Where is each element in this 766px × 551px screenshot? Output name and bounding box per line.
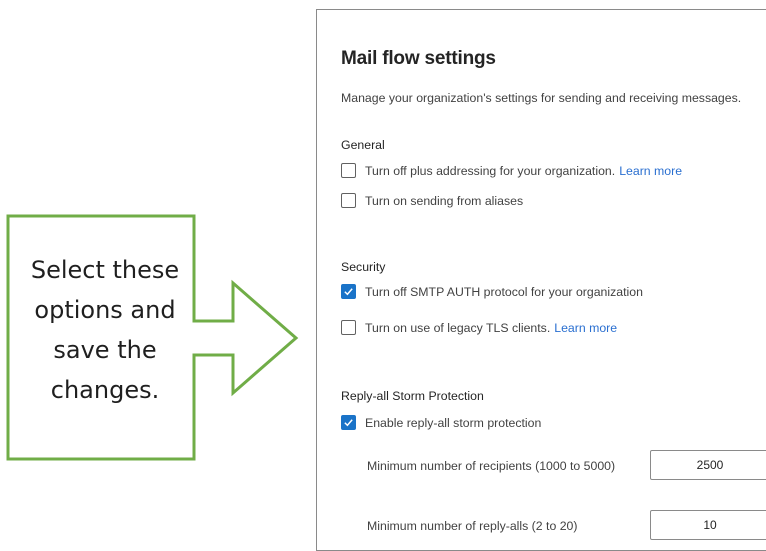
checkmark-icon: [344, 419, 353, 427]
min-reply-alls-label: Minimum number of reply-alls (2 to 20): [367, 519, 578, 533]
mail-flow-settings-panel: Mail flow settings Manage your organizat…: [316, 9, 766, 551]
min-recipients-label: Minimum number of recipients (1000 to 50…: [367, 459, 616, 473]
legacy-tls-row: Turn on use of legacy TLS clients. Learn…: [341, 320, 617, 335]
enable-reply-all-row: Enable reply-all storm protection: [341, 415, 541, 430]
enable-reply-all-label: Enable reply-all storm protection: [365, 415, 542, 430]
callout-text: Select these options and save the change…: [30, 256, 180, 404]
plus-addressing-row: Turn off plus addressing for your organi…: [341, 163, 682, 178]
plus-addressing-learn-more-link[interactable]: Learn more: [619, 164, 682, 178]
sending-from-aliases-checkbox[interactable]: [341, 193, 356, 208]
smtp-auth-row: Turn off SMTP AUTH protocol for your org…: [341, 284, 643, 299]
plus-addressing-checkbox[interactable]: [341, 163, 356, 178]
panel-description: Manage your organization's settings for …: [341, 91, 742, 105]
section-heading-reply-all: Reply-all Storm Protection: [341, 389, 484, 403]
smtp-auth-label: Turn off SMTP AUTH protocol for your org…: [365, 284, 643, 299]
section-heading-security: Security: [341, 260, 386, 274]
legacy-tls-label: Turn on use of legacy TLS clients.: [365, 320, 551, 335]
sending-from-aliases-label: Turn on sending from aliases: [365, 193, 524, 208]
smtp-auth-checkbox[interactable]: [341, 284, 356, 299]
section-heading-general: General: [341, 138, 385, 152]
plus-addressing-label: Turn off plus addressing for your organi…: [365, 163, 616, 178]
min-reply-alls-input[interactable]: 10: [650, 510, 766, 540]
panel-title: Mail flow settings: [341, 48, 496, 69]
min-recipients-input[interactable]: 2500: [650, 450, 766, 480]
legacy-tls-checkbox[interactable]: [341, 320, 356, 335]
enable-reply-all-checkbox[interactable]: [341, 415, 356, 430]
checkmark-icon: [344, 288, 353, 296]
sending-from-aliases-row: Turn on sending from aliases: [341, 193, 523, 208]
legacy-tls-learn-more-link[interactable]: Learn more: [554, 321, 617, 335]
callout-arrow: Select these options and save the change…: [0, 0, 310, 530]
